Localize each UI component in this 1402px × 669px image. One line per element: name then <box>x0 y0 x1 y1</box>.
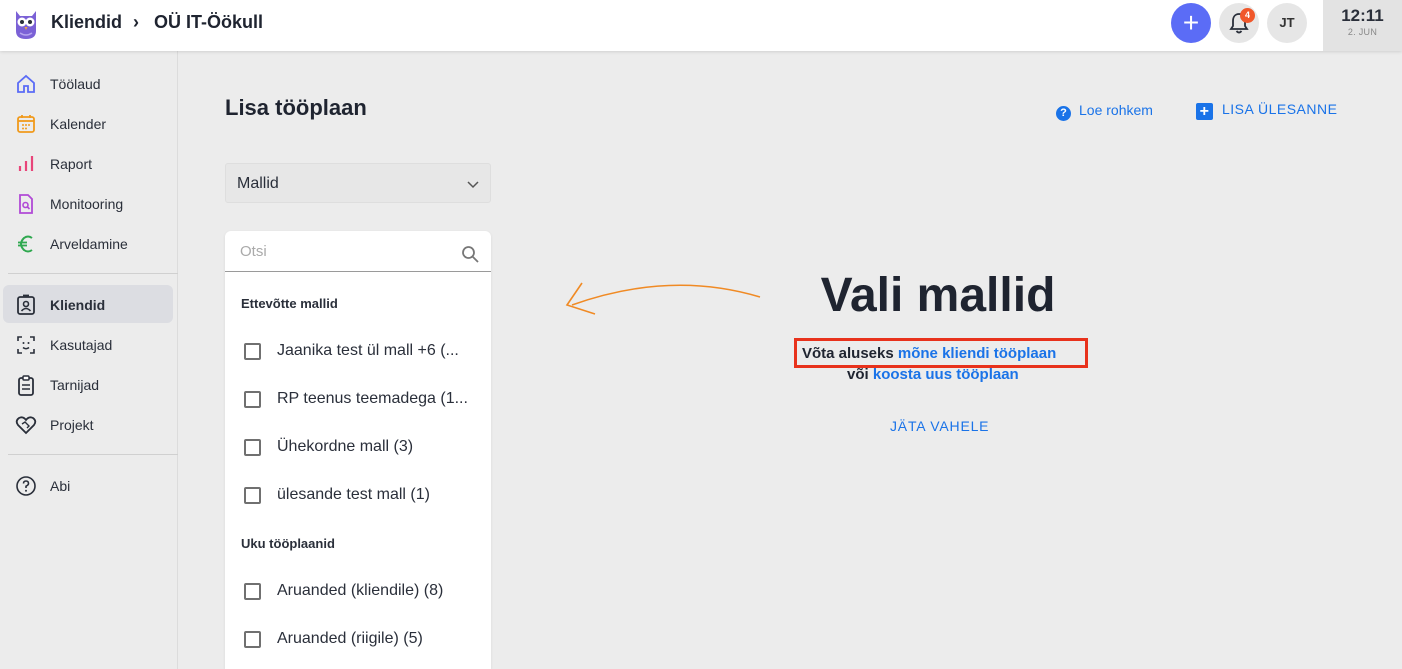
sidebar-divider <box>8 273 178 274</box>
handshake-heart-icon <box>15 416 37 435</box>
breadcrumb-current-client: OÜ IT-Öökull <box>154 12 264 32</box>
plus-icon: + <box>1182 7 1200 38</box>
checkbox[interactable] <box>244 439 261 456</box>
checkbox[interactable] <box>244 343 261 360</box>
notifications-button[interactable] <box>1219 3 1259 43</box>
clock: 12:11 2. JUN <box>1323 0 1402 51</box>
create-new-plan-text: või koosta uus tööplaan <box>847 366 1019 383</box>
option-label: ülesande test mall (1) <box>277 486 430 503</box>
breadcrumb-clients[interactable]: Kliendid <box>51 12 122 33</box>
checkbox[interactable] <box>244 583 261 600</box>
template-option[interactable]: Jaanika test ül mall +6 (... <box>225 331 491 371</box>
client-workplan-link[interactable]: mõne kliendi tööplaan <box>898 345 1056 362</box>
template-option[interactable]: Aruanded (riigile) (5) <box>225 619 491 659</box>
template-list-panel: Ettevõtte mallid Jaanika test ül mall +6… <box>225 231 491 669</box>
document-search-icon <box>19 194 33 214</box>
option-label: RP teenus teemadega (1... <box>277 390 468 407</box>
hero-title: Vali mallid <box>820 269 1056 322</box>
contact-card-icon <box>17 294 35 315</box>
clipboard-icon <box>18 375 34 396</box>
bar-chart-icon <box>18 156 34 171</box>
sidebar-item-label: Kasutajad <box>50 337 113 353</box>
select-value: Mallid <box>237 175 279 192</box>
owl-logo-icon[interactable] <box>12 7 40 41</box>
plus-square-icon: + <box>1196 103 1213 120</box>
sidebar-item-label: Töölaud <box>50 76 101 92</box>
sidebar-item-arveldamine[interactable]: Arveldamine <box>3 224 173 262</box>
use-client-plan-text: Võta aluseks mõne kliendi tööplaan <box>802 345 1056 362</box>
sidebar-item-monitooring[interactable]: Monitooring <box>3 184 173 222</box>
sidebar-item-label: Projekt <box>50 417 94 433</box>
sidebar-item-label: Raport <box>50 156 93 172</box>
search-icon[interactable] <box>461 245 480 264</box>
group-heading-company-templates: Ettevõtte mallid <box>241 296 338 311</box>
clock-time: 12:11 <box>1341 6 1384 25</box>
read-more-link[interactable]: ? Loe rohkem <box>1056 102 1153 121</box>
euro-icon <box>18 235 33 253</box>
sidebar-item-kliendid[interactable]: Kliendid <box>3 285 173 323</box>
sidebar-item-kalender[interactable]: Kalender <box>3 104 173 142</box>
sidebar-item-label: Kliendid <box>50 297 106 313</box>
clock-date: 2. JUN <box>1347 27 1378 37</box>
notification-count-badge: 4 <box>1240 8 1255 23</box>
sidebar-item-label: Kalender <box>50 116 107 132</box>
face-scan-icon <box>17 336 35 354</box>
user-avatar[interactable]: JT <box>1267 3 1307 43</box>
sidebar-item-kasutajad[interactable]: Kasutajad <box>3 325 173 363</box>
question-icon: ? <box>1056 106 1071 121</box>
pointing-arrow-icon <box>565 282 761 315</box>
sidebar-item-projekt[interactable]: Projekt <box>3 405 173 443</box>
sidebar-item-raport[interactable]: Raport <box>3 144 173 182</box>
search-input[interactable] <box>225 231 491 272</box>
template-option[interactable]: ülesande test mall (1) <box>225 475 491 515</box>
chevron-down-icon <box>467 181 479 189</box>
sidebar-item-abi[interactable]: Abi <box>3 466 173 504</box>
page-title: Lisa tööplaan <box>225 95 367 120</box>
checkbox[interactable] <box>244 631 261 648</box>
template-type-select[interactable]: Mallid <box>225 163 491 203</box>
top-bar: Kliendid › OÜ IT-Öökull + 4 JT 12:11 2. … <box>0 0 1402 51</box>
breadcrumb-separator: › <box>133 12 139 32</box>
option-label: Aruanded (riigile) (5) <box>277 630 423 647</box>
skip-button[interactable]: JÄTA VAHELE <box>890 418 989 434</box>
sidebar-item-label: Monitooring <box>50 196 124 212</box>
option-label: Aruanded (kliendile) (8) <box>277 582 444 599</box>
template-option[interactable]: Aruanded (kliendile) (8) <box>225 571 491 611</box>
checkbox[interactable] <box>244 391 261 408</box>
sidebar: Töölaud Kalender Raport Monitooring Arve… <box>0 51 178 669</box>
template-option[interactable]: RP teenus teemadega (1... <box>225 379 491 419</box>
line1-prefix: Võta aluseks <box>802 345 894 362</box>
sidebar-item-tarnijad[interactable]: Tarnijad <box>3 365 173 403</box>
checkbox[interactable] <box>244 487 261 504</box>
add-task-button[interactable]: + LISA ÜLESANNE <box>1196 101 1337 120</box>
help-circle-icon <box>16 476 36 496</box>
template-option[interactable]: Ühekordne mall (3) <box>225 427 491 467</box>
group-heading-uku-workplans: Uku tööplaanid <box>241 536 335 551</box>
read-more-label: Loe rohkem <box>1079 102 1153 118</box>
create-new-workplan-link[interactable]: koosta uus tööplaan <box>873 366 1019 383</box>
sidebar-item-label: Abi <box>50 478 71 494</box>
sidebar-item-toolaud[interactable]: Töölaud <box>3 64 173 102</box>
home-icon <box>17 74 35 93</box>
quick-add-button[interactable]: + <box>1171 3 1211 43</box>
add-task-label: LISA ÜLESANNE <box>1222 101 1338 117</box>
sidebar-divider <box>8 454 178 455</box>
sidebar-item-label: Arveldamine <box>50 236 128 252</box>
line2-prefix: või <box>847 366 869 383</box>
calendar-icon <box>17 115 35 133</box>
sidebar-item-label: Tarnijad <box>50 377 100 393</box>
option-label: Jaanika test ül mall +6 (... <box>277 342 459 359</box>
option-label: Ühekordne mall (3) <box>277 438 414 455</box>
